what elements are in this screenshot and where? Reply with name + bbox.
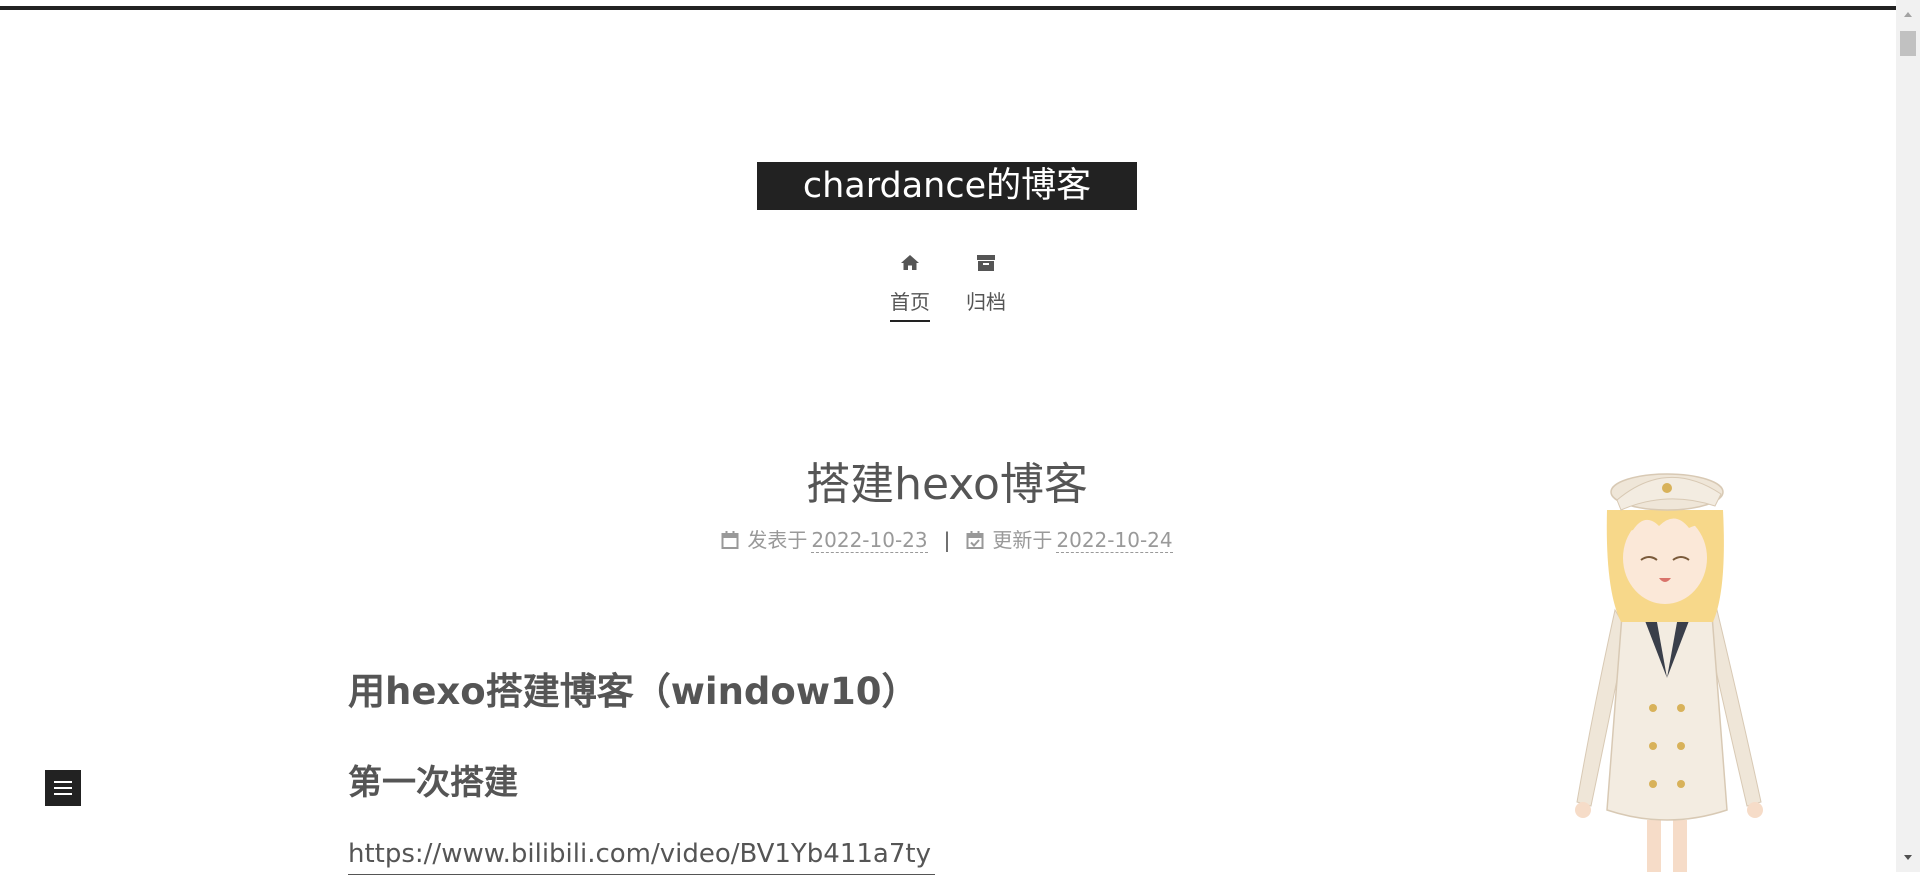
posted-date[interactable]: 2022-10-23 <box>811 528 928 553</box>
calendar-icon <box>721 531 739 549</box>
meta-divider: | <box>943 528 951 552</box>
menu-icon-bar <box>54 793 72 795</box>
menu-item-label: 首页 <box>890 290 930 314</box>
post-body: 用hexo搭建博客（window10） 第一次搭建 https://www.bi… <box>348 660 1448 875</box>
scroll-down-arrow-icon[interactable] <box>1904 855 1912 860</box>
archive-icon <box>977 255 995 271</box>
menu-item-label: 归档 <box>966 290 1006 314</box>
updated-date[interactable]: 2022-10-24 <box>1056 528 1173 553</box>
video-link[interactable]: https://www.bilibili.com/video/BV1Yb411a… <box>348 834 935 875</box>
mascot-character[interactable] <box>1555 450 1777 872</box>
page-scrollbar[interactable] <box>1896 0 1920 872</box>
site-title[interactable]: chardance的博客 <box>757 162 1137 210</box>
menu-item-home[interactable]: 首页 <box>880 248 940 324</box>
post-heading: 用hexo搭建博客（window10） <box>348 670 919 713</box>
main-menu: 首页 归档 <box>880 248 1016 324</box>
calendar-check-icon <box>966 531 984 549</box>
anime-girl-mascot <box>1575 473 1763 872</box>
top-progress-bar <box>0 0 1896 10</box>
post-subheading: 第一次搭建 <box>348 763 518 803</box>
home-icon <box>901 255 919 270</box>
post-meta: 发表于 2022-10-23 | 更新于 2022-10-24 <box>560 525 1334 555</box>
menu-icon <box>54 781 72 783</box>
scroll-up-arrow-icon[interactable] <box>1904 12 1912 17</box>
updated-label: 更新于 <box>992 528 1053 552</box>
active-underline <box>890 320 930 322</box>
scrollbar-thumb[interactable] <box>1900 31 1916 56</box>
post-title[interactable]: 搭建hexo博客 <box>560 455 1334 515</box>
menu-icon-bar <box>54 787 72 789</box>
menu-item-archive[interactable]: 归档 <box>956 248 1016 324</box>
sidebar-toggle-button[interactable] <box>45 770 81 806</box>
posted-label: 发表于 <box>747 528 808 552</box>
